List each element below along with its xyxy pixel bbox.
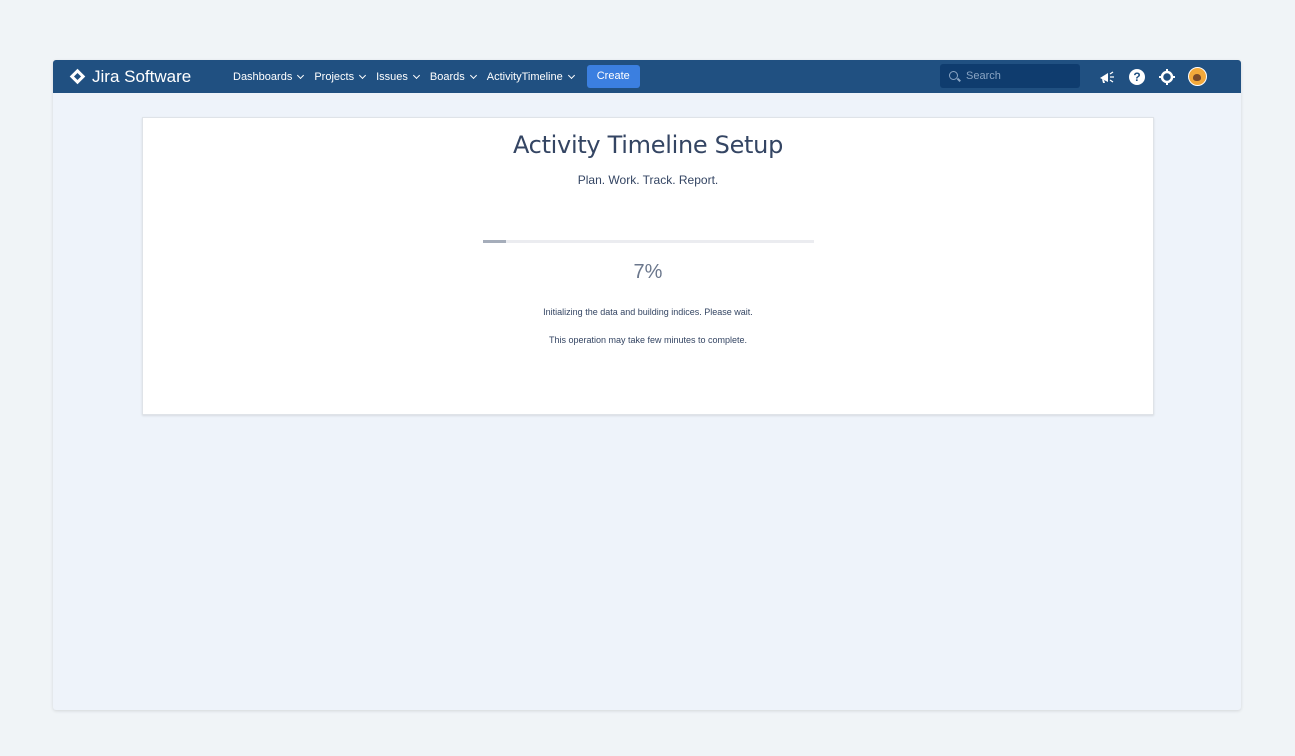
status-message: Initializing the data and building indic…	[543, 307, 753, 317]
progress-percent: 7%	[633, 261, 663, 283]
nav-activitytimeline[interactable]: ActivityTimeline	[486, 70, 575, 83]
nav-dashboards[interactable]: Dashboards	[233, 70, 305, 83]
nav-boards-label: Boards	[429, 70, 465, 83]
page-title: Activity Timeline Setup	[512, 131, 783, 159]
avatar	[1187, 67, 1207, 86]
search-icon	[949, 70, 958, 80]
help-icon[interactable]: ?	[1126, 66, 1148, 88]
progress-bar	[483, 240, 814, 243]
nav-projects-label: Projects	[314, 70, 355, 83]
avatar-button[interactable]	[1186, 66, 1208, 88]
jira-logo-icon	[69, 68, 86, 85]
help-circle: ?	[1129, 68, 1145, 85]
megaphone-icon[interactable]	[1096, 66, 1118, 88]
jira-logo[interactable]: Jira Software	[69, 60, 191, 93]
chevron-down-icon	[297, 71, 305, 79]
header-icons: ?	[1096, 60, 1216, 93]
gear-icon[interactable]	[1156, 66, 1178, 88]
top-navigation-bar: Jira Software Dashboards Projects Issues…	[53, 60, 1241, 93]
nav-projects[interactable]: Projects	[314, 70, 367, 83]
browser-window: Jira Software Dashboards Projects Issues…	[53, 60, 1241, 710]
search-box[interactable]	[940, 64, 1080, 88]
logo-text: Jira Software	[92, 66, 192, 86]
main-nav: Dashboards Projects Issues Boards Activi…	[233, 60, 640, 93]
progress-fill	[483, 240, 507, 243]
chevron-down-icon	[412, 71, 420, 79]
nav-issues[interactable]: Issues	[376, 70, 420, 83]
chevron-down-icon	[359, 71, 367, 79]
setup-panel: Activity Timeline Setup Plan. Work. Trac…	[142, 117, 1154, 415]
status-note: This operation may take few minutes to c…	[548, 335, 748, 345]
search-input[interactable]	[966, 70, 1066, 82]
chevron-down-icon	[469, 71, 477, 79]
page-subtitle: Plan. Work. Track. Report.	[577, 173, 719, 187]
nav-dashboards-label: Dashboards	[233, 70, 293, 83]
chevron-down-icon	[567, 71, 575, 79]
nav-activitytimeline-label: ActivityTimeline	[486, 70, 563, 83]
nav-boards[interactable]: Boards	[429, 70, 477, 83]
nav-issues-label: Issues	[376, 70, 408, 83]
create-button[interactable]: Create	[586, 65, 640, 88]
